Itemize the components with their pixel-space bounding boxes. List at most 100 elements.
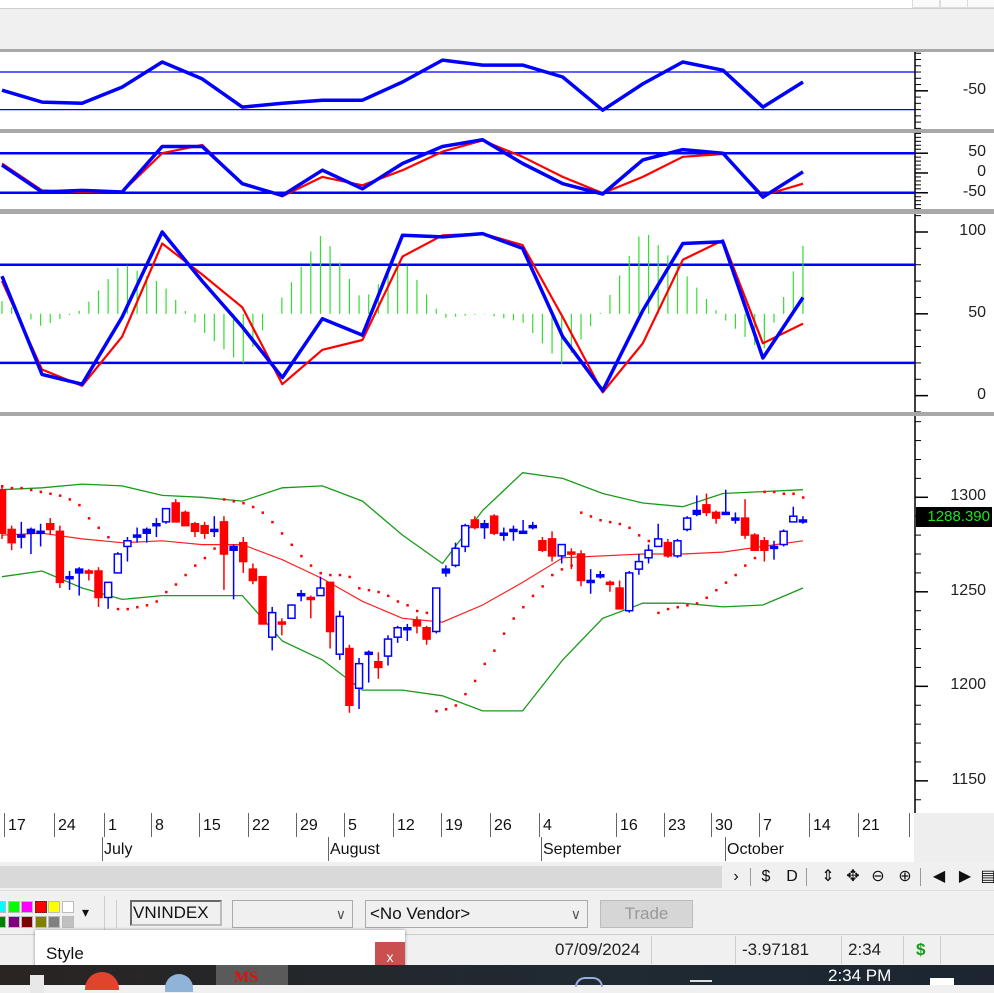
color-swatch[interactable] bbox=[7, 916, 20, 928]
candle-body bbox=[335, 615, 344, 655]
candle-body bbox=[489, 515, 499, 534]
oscillator-2-pane[interactable]: 50 0 -50 bbox=[0, 132, 994, 210]
notification-icon[interactable] bbox=[930, 978, 954, 985]
price-pane[interactable]: 1300 1250 1200 1150 bbox=[0, 416, 994, 813]
color-swatch[interactable] bbox=[21, 901, 34, 913]
candle bbox=[219, 516, 229, 590]
sar-dot bbox=[666, 607, 670, 611]
sar-dot bbox=[406, 604, 409, 607]
x-tick-label: 16 bbox=[620, 817, 638, 834]
scroll-right-icon[interactable]: › bbox=[726, 866, 746, 888]
oscillator-1-pane[interactable]: -50 bbox=[0, 52, 994, 129]
candle bbox=[769, 540, 779, 560]
candle-body bbox=[615, 587, 624, 610]
taskbar-clock[interactable]: 2:34 PM bbox=[828, 966, 891, 986]
previous-icon[interactable]: ◀ bbox=[929, 866, 949, 888]
style-popup-title: Style bbox=[46, 944, 84, 963]
candle bbox=[0, 485, 7, 539]
candle bbox=[673, 538, 682, 558]
color-swatch[interactable] bbox=[48, 916, 61, 928]
toolbar-divider bbox=[116, 900, 117, 928]
color-swatch[interactable] bbox=[48, 901, 61, 913]
sar-dot bbox=[58, 494, 62, 497]
candle-body bbox=[210, 528, 219, 533]
candle bbox=[161, 507, 171, 524]
candle-body bbox=[74, 568, 84, 574]
sar-dot bbox=[801, 496, 805, 499]
candle-body bbox=[94, 570, 103, 599]
trade-button[interactable]: Trade bbox=[600, 900, 693, 928]
volume-icon[interactable] bbox=[690, 980, 712, 987]
combo-select[interactable]: ∨ bbox=[232, 900, 353, 928]
candle-body bbox=[374, 661, 383, 669]
candle-body bbox=[760, 540, 769, 551]
list-icon[interactable]: ▤ bbox=[978, 866, 994, 888]
sar-dot bbox=[686, 604, 689, 607]
x-tick-label: 22 bbox=[252, 817, 270, 834]
x-tick-label: 5 bbox=[348, 817, 357, 834]
taskbar-app-icon[interactable] bbox=[30, 975, 44, 993]
month-tick bbox=[328, 837, 329, 861]
x-tick-label: 12 bbox=[397, 817, 415, 834]
status-date: 07/09/2024 bbox=[555, 940, 641, 959]
color-swatch[interactable] bbox=[21, 916, 34, 928]
vertical-scale-icon[interactable]: ⇕ bbox=[818, 866, 838, 888]
window-maximize-button[interactable] bbox=[940, 0, 968, 8]
symbol-input[interactable]: VNINDEX bbox=[130, 900, 222, 926]
candle-body bbox=[596, 574, 605, 578]
sar-dot bbox=[290, 543, 293, 547]
sar-dot bbox=[49, 492, 52, 496]
color-swatch[interactable] bbox=[7, 901, 20, 913]
candle-body bbox=[287, 604, 296, 620]
window-close-button[interactable] bbox=[967, 0, 994, 8]
sar-dot bbox=[618, 522, 622, 526]
chart-canvas bbox=[0, 214, 928, 413]
color-swatch[interactable] bbox=[62, 916, 74, 928]
palette-dropdown-icon[interactable]: ▾ bbox=[82, 904, 89, 921]
color-swatch[interactable] bbox=[62, 901, 74, 913]
candle-body bbox=[7, 528, 16, 544]
toolbar-divider bbox=[806, 868, 807, 886]
candle-body bbox=[731, 517, 740, 521]
network-icon[interactable] bbox=[575, 977, 603, 987]
fast-line bbox=[1, 58, 804, 112]
candle bbox=[528, 521, 537, 530]
candle bbox=[403, 623, 412, 641]
taskbar-active-app[interactable]: MS bbox=[216, 965, 288, 986]
candle-body bbox=[480, 523, 489, 529]
color-swatch[interactable] bbox=[34, 916, 47, 928]
horizontal-scrollbar[interactable] bbox=[0, 866, 722, 888]
zoom-in-icon[interactable]: ⊕ bbox=[895, 866, 915, 888]
color-swatch[interactable] bbox=[0, 916, 6, 928]
next-icon[interactable]: ▶ bbox=[955, 866, 975, 888]
sar-dot bbox=[782, 492, 786, 496]
y-tick-label: 1150 bbox=[951, 770, 986, 788]
x-tick bbox=[539, 813, 540, 837]
x-tick-label: 21 bbox=[862, 817, 880, 834]
x-tick-label: 15 bbox=[203, 817, 221, 834]
color-swatch[interactable] bbox=[34, 901, 47, 913]
candle-body bbox=[518, 530, 528, 535]
x-month-label: August bbox=[330, 841, 380, 858]
candle bbox=[393, 625, 402, 643]
window-minimize-button[interactable] bbox=[912, 0, 940, 8]
candle bbox=[383, 635, 393, 666]
pan-icon[interactable]: ✥ bbox=[843, 866, 863, 888]
candle-body bbox=[547, 538, 557, 557]
candle bbox=[692, 495, 702, 517]
candle-body bbox=[123, 540, 132, 548]
zoom-out-icon[interactable]: ⊖ bbox=[868, 866, 888, 888]
period-icon[interactable]: D bbox=[782, 866, 802, 888]
candle-body bbox=[692, 509, 702, 516]
candle-body bbox=[219, 521, 229, 555]
date-axis[interactable]: 17 24 1 8 15 22 29 5 12 19 26 4 16 23 30 7 14 21 July Augus… bbox=[0, 813, 914, 862]
currency-icon[interactable]: $ bbox=[916, 938, 925, 962]
stochastic-pane[interactable]: 100 50 0 bbox=[0, 214, 994, 413]
candle bbox=[65, 571, 74, 590]
color-swatch[interactable] bbox=[0, 901, 6, 913]
candle-body bbox=[702, 504, 711, 514]
vendor-select[interactable]: <No Vendor> ∨ bbox=[365, 900, 588, 928]
sar-dot bbox=[136, 605, 139, 609]
currency-icon[interactable]: $ bbox=[756, 866, 776, 888]
candle-body bbox=[721, 511, 730, 516]
